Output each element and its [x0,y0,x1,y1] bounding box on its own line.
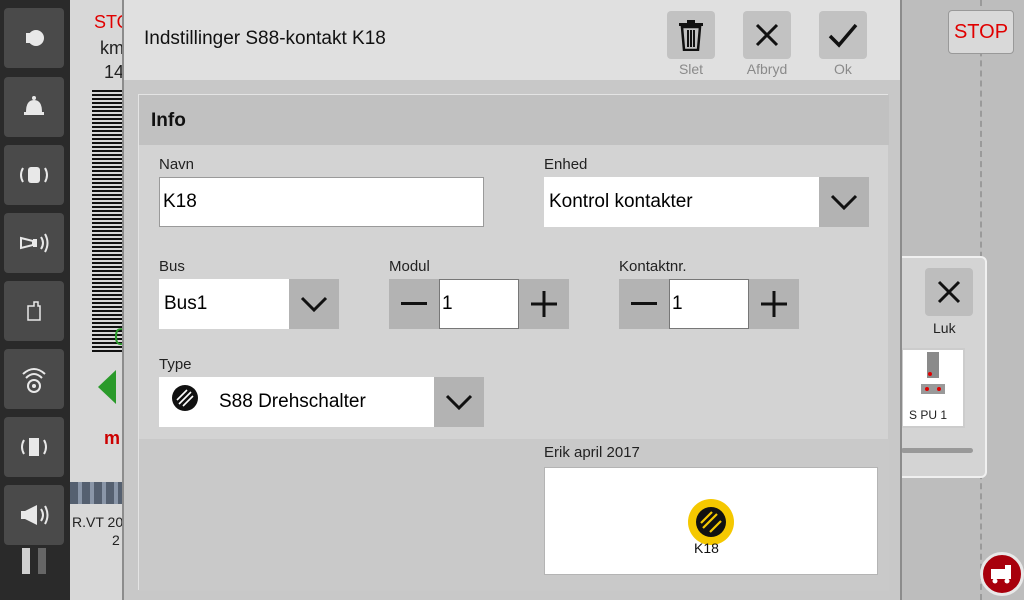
chevron-down-icon [830,194,858,210]
direction-left-icon[interactable] [98,370,116,404]
megaphone-icon [21,505,49,525]
device-select[interactable]: Kontrol kontakter [544,177,869,227]
plus-icon [531,291,557,317]
rail-bell-button[interactable] [4,77,64,137]
loco-sound-icon [20,167,48,183]
rail-radio-button[interactable] [4,349,64,409]
keyboard-popup: Luk S PU 1 [895,256,987,478]
speed-unit: km [100,38,124,58]
rotary-switch-icon [696,507,726,537]
rail-announce-button[interactable] [4,485,64,545]
horn-icon [20,233,49,253]
cancel-button[interactable] [743,11,791,59]
dialog-title: Indstillinger S88-kontakt K18 [144,28,386,49]
chevron-down-icon [300,296,328,312]
door-sound-icon [21,438,47,456]
close-icon [937,280,961,304]
rail-door-button[interactable] [4,417,64,477]
signal-waves-icon [22,368,46,393]
plus-icon [761,291,787,317]
chevron-down-icon [445,394,473,410]
speed-bar-gauge[interactable] [92,90,124,352]
contact-value-field[interactable]: 1 [669,279,749,329]
stop-indicator: STO [94,12,124,32]
close-icon [755,23,779,47]
type-select[interactable]: S88 Drehschalter [159,377,484,427]
preview-icon-label: K18 [694,540,719,556]
ok-button[interactable] [819,11,867,59]
coupler-icon [27,301,41,321]
loco-name: R.VT 20 [72,514,124,530]
settings-dialog: Indstillinger S88-kontakt K18 Slet Afbry… [122,0,902,600]
module-increment-button[interactable] [519,279,569,329]
bus-label: Bus [159,258,185,275]
module-value-field[interactable]: 1 [439,279,519,329]
contact-number-label: Kontaktnr. [619,258,687,275]
contact-decrement-button[interactable] [619,279,669,329]
delete-button[interactable] [667,11,715,59]
train-logo-icon [991,565,1011,584]
bus-select[interactable]: Bus1 [159,279,339,329]
checkmark-icon [828,23,858,48]
signal-icon [921,352,945,394]
minus-icon [631,302,657,305]
trash-icon [679,20,703,51]
module-label: Modul [389,258,430,275]
brand-logo [980,552,1024,596]
device-label: Enhed [544,156,588,173]
type-select-arrow[interactable] [434,377,484,427]
type-select-value: S88 Drehschalter [219,391,366,412]
info-section-title: Info [151,110,186,131]
rail-scroll-track [38,548,46,574]
popup-close-button[interactable] [925,268,973,316]
stop-button[interactable]: STOP [948,10,1014,54]
device-select-value: Kontrol kontakter [549,191,693,212]
headlight-icon [26,30,44,46]
rail-scroll-handle[interactable] [22,548,30,574]
signal-tile[interactable]: S PU 1 [901,348,965,428]
type-label: Type [159,356,192,373]
layout-preview[interactable]: K18 [544,467,878,575]
loco-control-panel: STO km 14 0 m R.VT 20 2 [70,0,124,600]
brand-text: m [104,428,121,448]
rail-sound-button[interactable] [4,145,64,205]
rotary-switch-icon [172,385,198,411]
bell-icon [24,96,44,115]
speed-readout: 14 [104,62,124,82]
preview-label: Erik april 2017 [544,444,640,461]
loco-number: 2 [112,532,120,548]
dialog-header: Indstillinger S88-kontakt K18 Slet Afbry… [124,0,900,80]
delete-label: Slet [678,61,704,77]
ok-label: Ok [834,61,852,77]
rail-coupler-button[interactable] [4,281,64,341]
popup-scrollbar[interactable] [901,448,973,453]
module-decrement-button[interactable] [389,279,439,329]
rail-function-button[interactable] [4,8,64,68]
bus-select-arrow[interactable] [289,279,339,329]
rail-horn-button[interactable] [4,213,64,273]
device-select-arrow[interactable] [819,177,869,227]
bus-select-value: Bus1 [164,293,208,314]
cancel-label: Afbryd [746,61,788,77]
info-section: Info Navn Enhed Kontrol kontakter Bus Bu… [138,94,889,591]
name-label: Navn [159,156,195,173]
s88-contact-icon[interactable] [688,499,734,545]
contact-increment-button[interactable] [749,279,799,329]
info-section-header: Info [139,95,889,145]
loco-thumbnail[interactable] [70,482,124,504]
name-input[interactable] [159,177,484,227]
minus-icon [401,302,427,305]
popup-close-label: Luk [933,320,956,336]
left-toolbar [0,0,70,600]
signal-tile-label: S PU 1 [909,408,948,422]
